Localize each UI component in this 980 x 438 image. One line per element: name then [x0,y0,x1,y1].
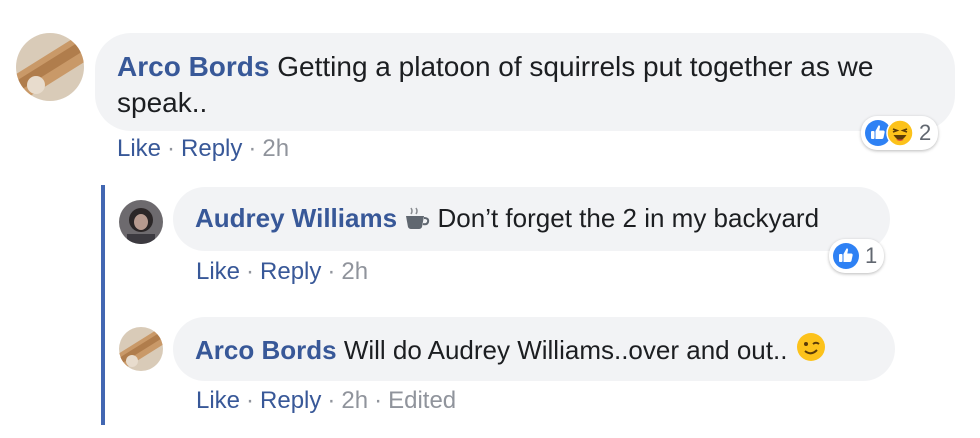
comment-text: Will do Audrey Williams..over and out.. [343,335,788,365]
avatar-audrey-williams[interactable] [119,200,163,244]
comment-actions: Like · Reply · 2h · Edited [196,387,456,415]
timestamp-link[interactable]: 2h [341,258,368,285]
reply-bubble: Audrey Williams Don’t forget the 2 in my… [173,187,890,251]
reply-link[interactable]: Reply [181,135,242,162]
wink-face-icon [795,331,827,371]
timestamp-link[interactable]: 2h [341,387,368,414]
reaction-count: 2 [919,120,932,145]
comment-author-link[interactable]: Arco Bords [117,51,269,82]
comment-text: Don’t forget the 2 in my backyard [437,203,820,233]
haha-icon [886,119,914,147]
like-link[interactable]: Like [196,387,240,414]
like-link[interactable]: Like [117,135,161,162]
reaction-count: 1 [865,243,878,268]
avatar-image [119,200,163,244]
avatar-arco-bords[interactable] [119,327,163,371]
reply-link[interactable]: Reply [260,387,321,414]
comment-author-link[interactable]: Audrey Williams [195,203,397,233]
separator-dot: · [248,135,257,162]
reaction-summary[interactable]: 1 [829,239,885,273]
timestamp-link[interactable]: 2h [262,135,289,162]
reaction-summary[interactable]: 2 [861,116,939,150]
separator-dot: · [374,387,383,414]
reply-bubble: Arco Bords Will do Audrey Williams..over… [173,317,895,381]
like-icon [832,242,860,270]
separator-dot: · [246,258,255,285]
comment-actions: Like · Reply · 2h [117,135,289,163]
reply-link[interactable]: Reply [260,258,321,285]
separator-dot: · [327,387,336,414]
comment-author-link[interactable]: Arco Bords [195,335,337,365]
avatar-arco-bords[interactable] [16,33,84,101]
like-link[interactable]: Like [196,258,240,285]
reply-thread-line [101,185,105,425]
separator-dot: · [327,258,336,285]
avatar-image [16,33,84,101]
comment-bubble: Arco Bords Getting a platoon of squirrel… [95,33,955,131]
separator-dot: · [246,387,255,414]
edited-label[interactable]: Edited [388,387,456,414]
separator-dot: · [167,135,176,162]
comment-actions: Like · Reply · 2h [196,258,368,286]
coffee-cup-icon [404,205,430,239]
avatar-image [119,327,163,371]
